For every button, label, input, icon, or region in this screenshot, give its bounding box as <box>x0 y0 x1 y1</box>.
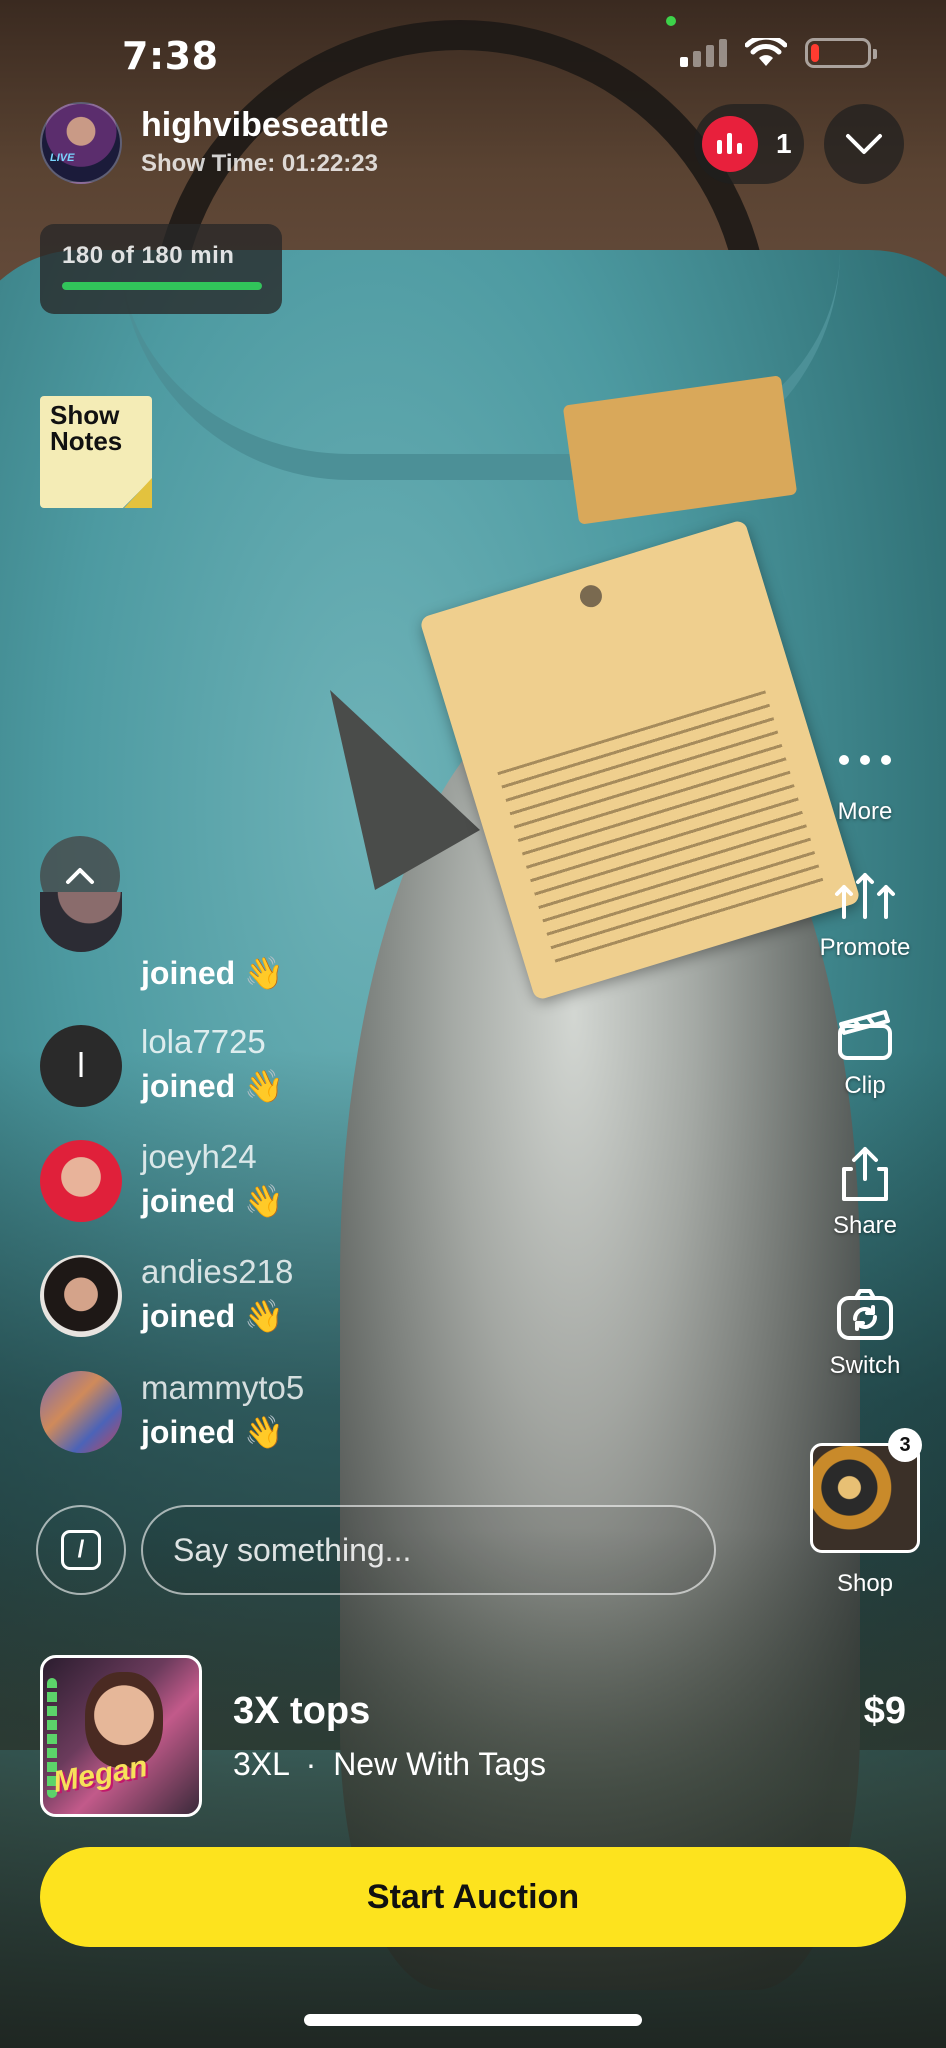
chevron-down-icon <box>846 134 882 154</box>
switch-label: Switch <box>829 1352 901 1379</box>
camera-indicator-dot <box>666 16 676 26</box>
product-condition: New With Tags <box>333 1746 546 1782</box>
chat-username[interactable]: mammyto5 <box>141 1369 304 1407</box>
viewer-count-button[interactable]: 1 <box>694 104 804 184</box>
product-thumbnail[interactable]: Megan <box>40 1655 202 1817</box>
start-auction-button[interactable]: Start Auction <box>40 1847 906 1947</box>
product-details: 3XL · New With Tags <box>233 1746 546 1783</box>
host-username[interactable]: highvibeseattle <box>141 106 389 145</box>
chat-avatar[interactable]: l <box>40 1025 122 1107</box>
product-price: $9 <box>863 1690 906 1732</box>
show-duration-box: 180 of 180 min <box>40 224 282 314</box>
chat-avatar[interactable] <box>40 892 122 952</box>
chat-avatar[interactable] <box>40 1140 122 1222</box>
hang-tag-hole <box>577 582 605 610</box>
home-indicator[interactable] <box>304 2014 642 2026</box>
bar-chart-icon <box>702 116 758 172</box>
switch-camera-icon <box>800 1284 930 1344</box>
slash-command-icon: / <box>61 1530 101 1570</box>
avatar-live-badge: LIVE <box>50 152 75 164</box>
product-title: 3X tops <box>233 1690 371 1732</box>
show-notes-label[interactable]: Show Notes <box>50 402 150 454</box>
detail-separator: · <box>305 1746 317 1782</box>
show-duration-text: 180 of 180 min <box>62 242 235 269</box>
collapse-button[interactable] <box>824 104 904 184</box>
live-show-screen: 7:38 LIVE highvibeseattle Show Time: 01:… <box>0 0 946 2048</box>
chat-message: joined 👋 <box>40 892 740 992</box>
shop-label[interactable]: Shop <box>800 1570 930 1598</box>
show-duration-progress <box>62 282 262 290</box>
chat-avatar[interactable] <box>40 1371 122 1453</box>
chat-message: mammyto5 joined 👋 <box>40 1369 740 1459</box>
chat-input[interactable]: Say something... <box>141 1505 716 1595</box>
chat-username[interactable]: lola7725 <box>141 1023 266 1061</box>
wifi-icon <box>745 38 787 66</box>
share-icon <box>800 1144 930 1204</box>
more-dots-icon <box>800 730 930 790</box>
chat-message-text: joined 👋 <box>141 1298 284 1334</box>
chat-avatar[interactable] <box>40 1255 122 1337</box>
chat-message-text: joined 👋 <box>141 1414 284 1450</box>
chat-message-text: joined 👋 <box>141 1068 284 1104</box>
chat-message: andies218 joined 👋 <box>40 1253 740 1343</box>
chat-message-text: joined 👋 <box>141 1183 284 1219</box>
share-label: Share <box>832 1212 898 1239</box>
promote-label: Promote <box>819 934 911 961</box>
viewer-count: 1 <box>776 128 792 159</box>
command-button[interactable]: / <box>36 1505 126 1595</box>
promote-arrows-icon <box>800 866 930 926</box>
chat-message-text: joined 👋 <box>141 955 284 991</box>
more-button[interactable]: More <box>800 730 930 826</box>
product-size: 3XL <box>233 1746 289 1782</box>
status-icons <box>680 38 877 68</box>
switch-button[interactable]: Switch <box>800 1284 930 1380</box>
chevron-up-icon <box>66 868 94 884</box>
show-time: Show Time: 01:22:23 <box>141 150 378 177</box>
chat-message: joeyh24 joined 👋 <box>40 1138 740 1228</box>
chat-username[interactable]: joeyh24 <box>141 1138 257 1176</box>
cellular-signal-icon <box>680 39 727 67</box>
clip-button[interactable]: Clip <box>800 1004 930 1100</box>
clapperboard-icon <box>800 1004 930 1064</box>
battery-icon <box>805 38 877 68</box>
more-label: More <box>837 798 893 825</box>
battery-level <box>811 44 820 62</box>
show-duration-progress-fill <box>62 282 262 290</box>
chat-username[interactable]: andies218 <box>141 1253 293 1291</box>
status-time: 7:38 <box>122 34 219 78</box>
promote-button[interactable]: Promote <box>800 866 930 962</box>
host-avatar[interactable]: LIVE <box>40 102 122 184</box>
shop-count-badge: 3 <box>888 1428 922 1462</box>
chat-message: l lola7725 joined 👋 <box>40 1023 740 1113</box>
clip-label: Clip <box>844 1072 886 1099</box>
share-button[interactable]: Share <box>800 1144 930 1240</box>
hang-tag-print <box>497 690 824 964</box>
thumbnail-text: Megan <box>50 1750 151 1800</box>
